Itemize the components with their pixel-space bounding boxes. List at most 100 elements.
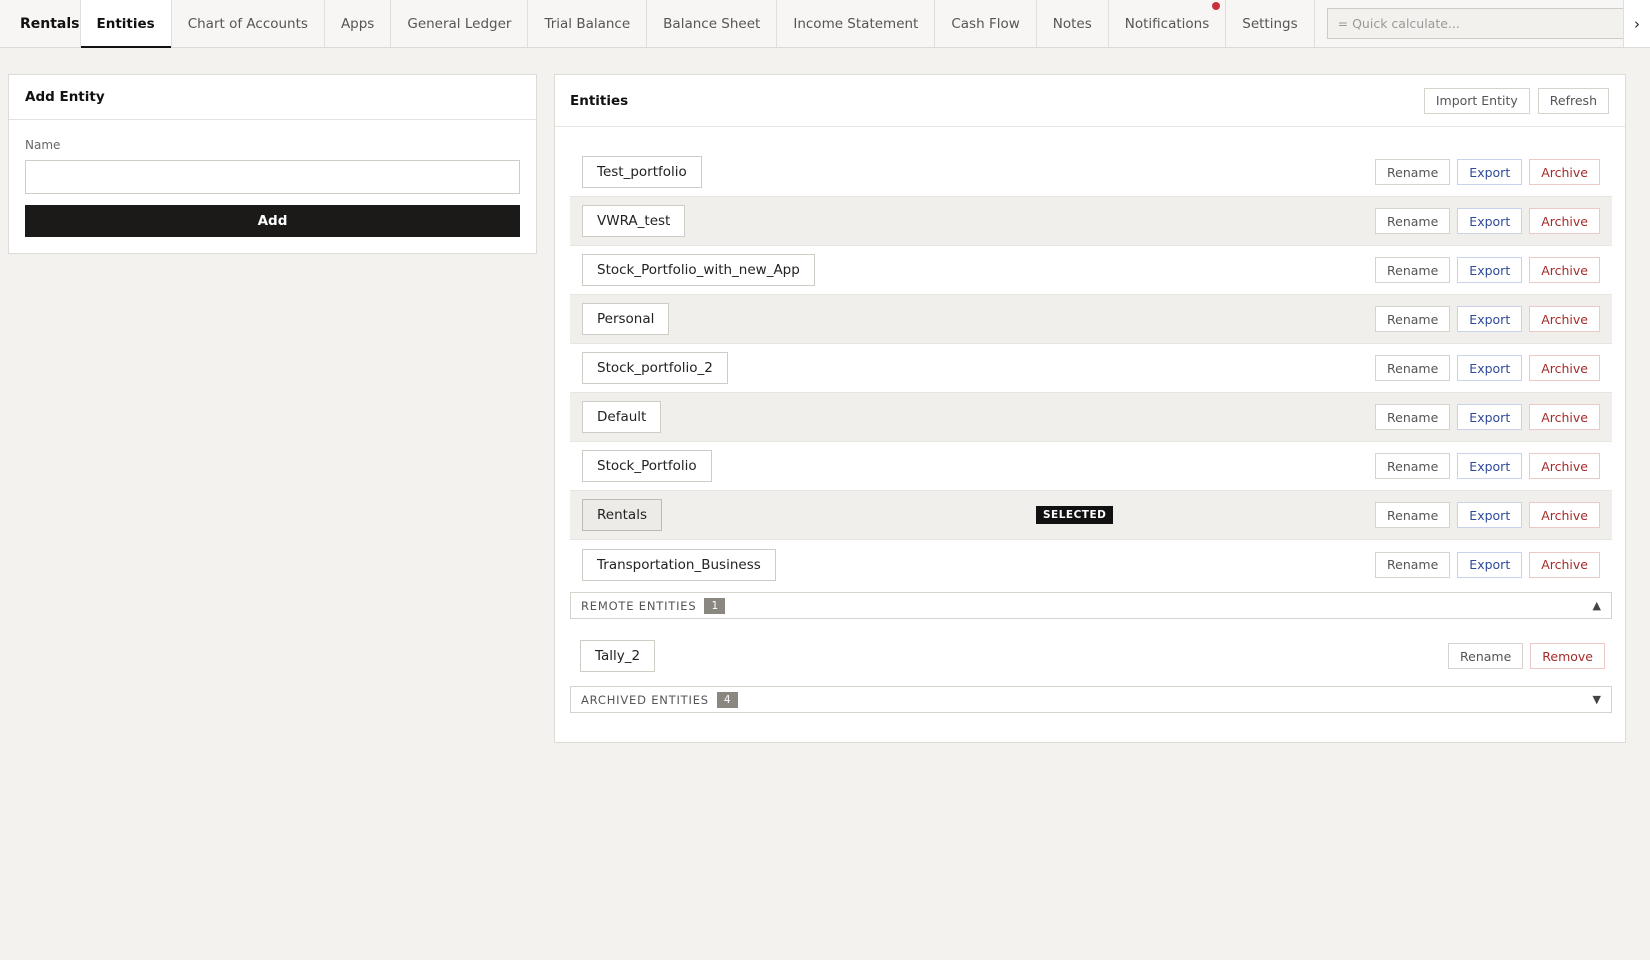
entity-name-input[interactable] [25, 160, 520, 194]
archived-entities-toggle[interactable]: ARCHIVED ENTITIES 4 ▼ [570, 686, 1612, 713]
entity-row-actions: Rename Export Archive [1375, 355, 1600, 381]
tab-entities[interactable]: Entities [80, 0, 172, 48]
export-button[interactable]: Export [1457, 257, 1523, 283]
tab-cash-flow[interactable]: Cash Flow [935, 0, 1037, 47]
entity-row-actions: Rename Export Archive [1375, 502, 1600, 528]
list-item: Default Rename Export Archive [570, 393, 1612, 442]
entity-name-button[interactable]: Transportation_Business [582, 548, 776, 581]
notification-dot-icon [1212, 2, 1221, 10]
archive-button[interactable]: Archive [1529, 404, 1600, 430]
tab-settings[interactable]: Settings [1226, 0, 1315, 47]
remote-row-actions: Rename Remove [1448, 643, 1605, 669]
rename-button[interactable]: Rename [1375, 257, 1451, 283]
rename-button[interactable]: Rename [1375, 208, 1451, 234]
archived-entities-title: ARCHIVED ENTITIES [581, 692, 709, 707]
entities-header: Entities Import Entity Refresh [555, 75, 1625, 127]
rename-button[interactable]: Rename [1375, 502, 1451, 528]
refresh-button[interactable]: Refresh [1537, 87, 1609, 114]
entity-name-button[interactable]: Rentals [582, 499, 662, 531]
tab-chart-of-accounts[interactable]: Chart of Accounts [172, 0, 325, 47]
rename-button[interactable]: Rename [1375, 355, 1451, 381]
list-item: Transportation_Business Rename Export Ar… [570, 540, 1612, 589]
rename-button[interactable]: Rename [1375, 404, 1451, 430]
list-item: Stock_Portfolio_with_new_App Rename Expo… [570, 246, 1612, 295]
name-field-label: Name [25, 138, 61, 152]
export-button[interactable]: Export [1457, 404, 1523, 430]
remove-button[interactable]: Remove [1530, 643, 1605, 669]
entity-row-actions: Rename Export Archive [1375, 551, 1600, 578]
entities-title: Entities [570, 92, 629, 109]
archive-button[interactable]: Archive [1529, 306, 1600, 332]
archive-button[interactable]: Archive [1529, 159, 1600, 185]
tab-notes[interactable]: Notes [1037, 0, 1109, 47]
entities-header-actions: Import Entity Refresh [1423, 87, 1609, 114]
top-nav-bar: Rentals Entities Chart of Accounts Apps … [0, 0, 1650, 48]
entity-name-button[interactable]: Personal [582, 303, 670, 335]
archived-entities-label: ARCHIVED ENTITIES 4 [581, 691, 738, 708]
rename-button[interactable]: Rename [1375, 453, 1451, 479]
list-item: VWRA_test Rename Export Archive [570, 197, 1612, 246]
entities-panel: Entities Import Entity Refresh Test_port… [554, 74, 1626, 743]
remote-entity-row: Tally_2 Rename Remove [580, 639, 1605, 673]
archived-entities-count: 4 [716, 691, 738, 708]
entity-name-button[interactable]: Stock_Portfolio [582, 450, 712, 482]
collapse-up-icon: ▲ [1592, 599, 1601, 612]
entity-name-button[interactable]: VWRA_test [582, 205, 686, 237]
export-button[interactable]: Export [1457, 453, 1523, 479]
entity-row-actions: Rename Export Archive [1375, 208, 1600, 234]
archive-button[interactable]: Archive [1529, 453, 1600, 479]
import-entity-button[interactable]: Import Entity [1423, 87, 1530, 114]
entity-row-actions: Rename Export Archive [1375, 257, 1600, 283]
tab-general-ledger[interactable]: General Ledger [391, 0, 529, 47]
list-item: Stock_portfolio_2 Rename Export Archive [570, 344, 1612, 393]
export-button[interactable]: Export [1457, 502, 1523, 528]
remote-entities-label: REMOTE ENTITIES 1 [581, 597, 726, 614]
tab-apps[interactable]: Apps [325, 0, 392, 47]
export-button[interactable]: Export [1457, 306, 1523, 332]
entity-name-button[interactable]: Test_portfolio [582, 156, 702, 188]
entity-list: Test_portfolio Rename Export Archive VWR… [570, 148, 1612, 589]
tab-notifications[interactable]: Notifications [1109, 0, 1227, 47]
list-item: Rentals SELECTED Rename Export Archive [570, 491, 1612, 540]
remote-entities-count: 1 [704, 597, 726, 614]
entity-row-actions: Rename Export Archive [1375, 159, 1600, 185]
entity-name-button[interactable]: Stock_Portfolio_with_new_App [582, 254, 815, 286]
tab-income-statement[interactable]: Income Statement [777, 0, 936, 47]
current-entity-name: Rentals [0, 0, 81, 47]
add-entity-panel: Add Entity Name Add [8, 74, 537, 254]
quick-calculate-wrapper [1315, 0, 1650, 47]
export-button[interactable]: Export [1457, 208, 1523, 234]
add-entity-button[interactable]: Add [25, 205, 520, 237]
remote-entities-title: REMOTE ENTITIES [581, 598, 697, 613]
export-button[interactable]: Export [1457, 355, 1523, 381]
chevron-right-icon[interactable]: › [1623, 0, 1650, 47]
entity-name-button[interactable]: Default [582, 401, 662, 433]
expand-down-icon: ▼ [1592, 693, 1601, 706]
list-item: Test_portfolio Rename Export Archive [570, 148, 1612, 197]
entity-name-button[interactable]: Stock_portfolio_2 [582, 352, 728, 384]
export-button[interactable]: Export [1457, 551, 1523, 578]
export-button[interactable]: Export [1457, 159, 1523, 185]
archive-button[interactable]: Archive [1529, 257, 1600, 283]
tab-balance-sheet[interactable]: Balance Sheet [647, 0, 778, 47]
rename-button[interactable]: Rename [1375, 551, 1451, 578]
selected-badge: SELECTED [1036, 506, 1114, 524]
quick-calculate-input[interactable] [1326, 8, 1650, 39]
tab-notifications-label: Notifications [1124, 15, 1210, 32]
entity-row-actions: Rename Export Archive [1375, 453, 1600, 479]
entity-row-actions: Rename Export Archive [1375, 404, 1600, 430]
list-item: Stock_Portfolio Rename Export Archive [570, 442, 1612, 491]
archive-button[interactable]: Archive [1529, 502, 1600, 528]
rename-button[interactable]: Rename [1448, 643, 1524, 669]
rename-button[interactable]: Rename [1375, 306, 1451, 332]
rename-button[interactable]: Rename [1375, 159, 1451, 185]
remote-entity-name-button[interactable]: Tally_2 [580, 640, 656, 672]
remote-entities-toggle[interactable]: REMOTE ENTITIES 1 ▲ [570, 592, 1612, 619]
list-item: Personal Rename Export Archive [570, 295, 1612, 344]
tab-trial-balance[interactable]: Trial Balance [528, 0, 648, 47]
archive-button[interactable]: Archive [1529, 208, 1600, 234]
entity-row-actions: Rename Export Archive [1375, 306, 1600, 332]
archive-button[interactable]: Archive [1529, 355, 1600, 381]
archive-button[interactable]: Archive [1529, 551, 1600, 578]
add-entity-title: Add Entity [9, 75, 536, 120]
